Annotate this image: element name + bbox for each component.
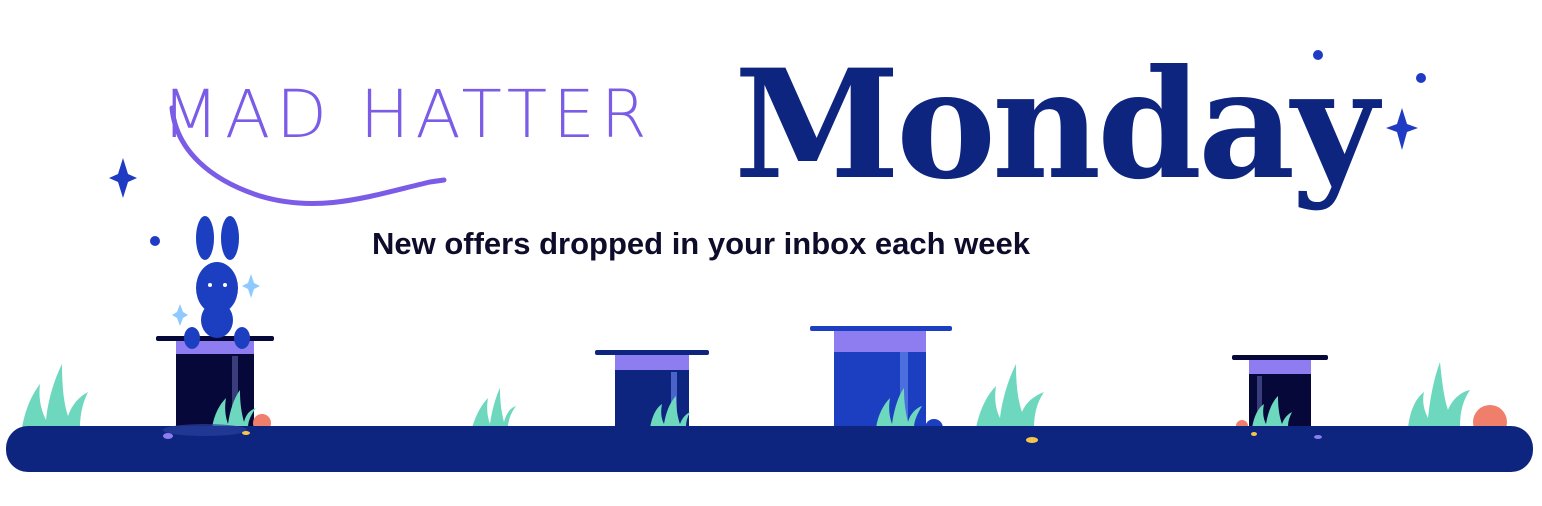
script-title: MAD HATTER [162,76,653,153]
sparkle-icon [1386,108,1418,150]
pebble-icon [1314,435,1322,439]
pebble-icon [163,433,173,439]
sparkle-icon [109,158,137,198]
dot-icon [150,236,160,246]
grass-icon [1408,362,1470,428]
pebble-icon [1026,437,1038,443]
grass-icon [22,364,88,428]
banner: MAD HATTER Monday New offers dropped in … [0,0,1542,506]
top-hat-icon [595,350,709,428]
top-hat-icon [156,336,274,428]
sparkle-icon [172,304,188,326]
subtitle: New offers dropped in your inbox each we… [372,226,1031,261]
dot-icon [1416,73,1426,83]
grass-icon [472,388,516,428]
pebble-icon [242,431,250,435]
rabbit-icon [184,216,250,349]
serif-title: Monday [734,37,1378,213]
grass-icon [976,364,1044,428]
ground-shadow [163,424,247,436]
pebble-icon [1251,432,1257,436]
sparkle-icon [242,274,260,298]
